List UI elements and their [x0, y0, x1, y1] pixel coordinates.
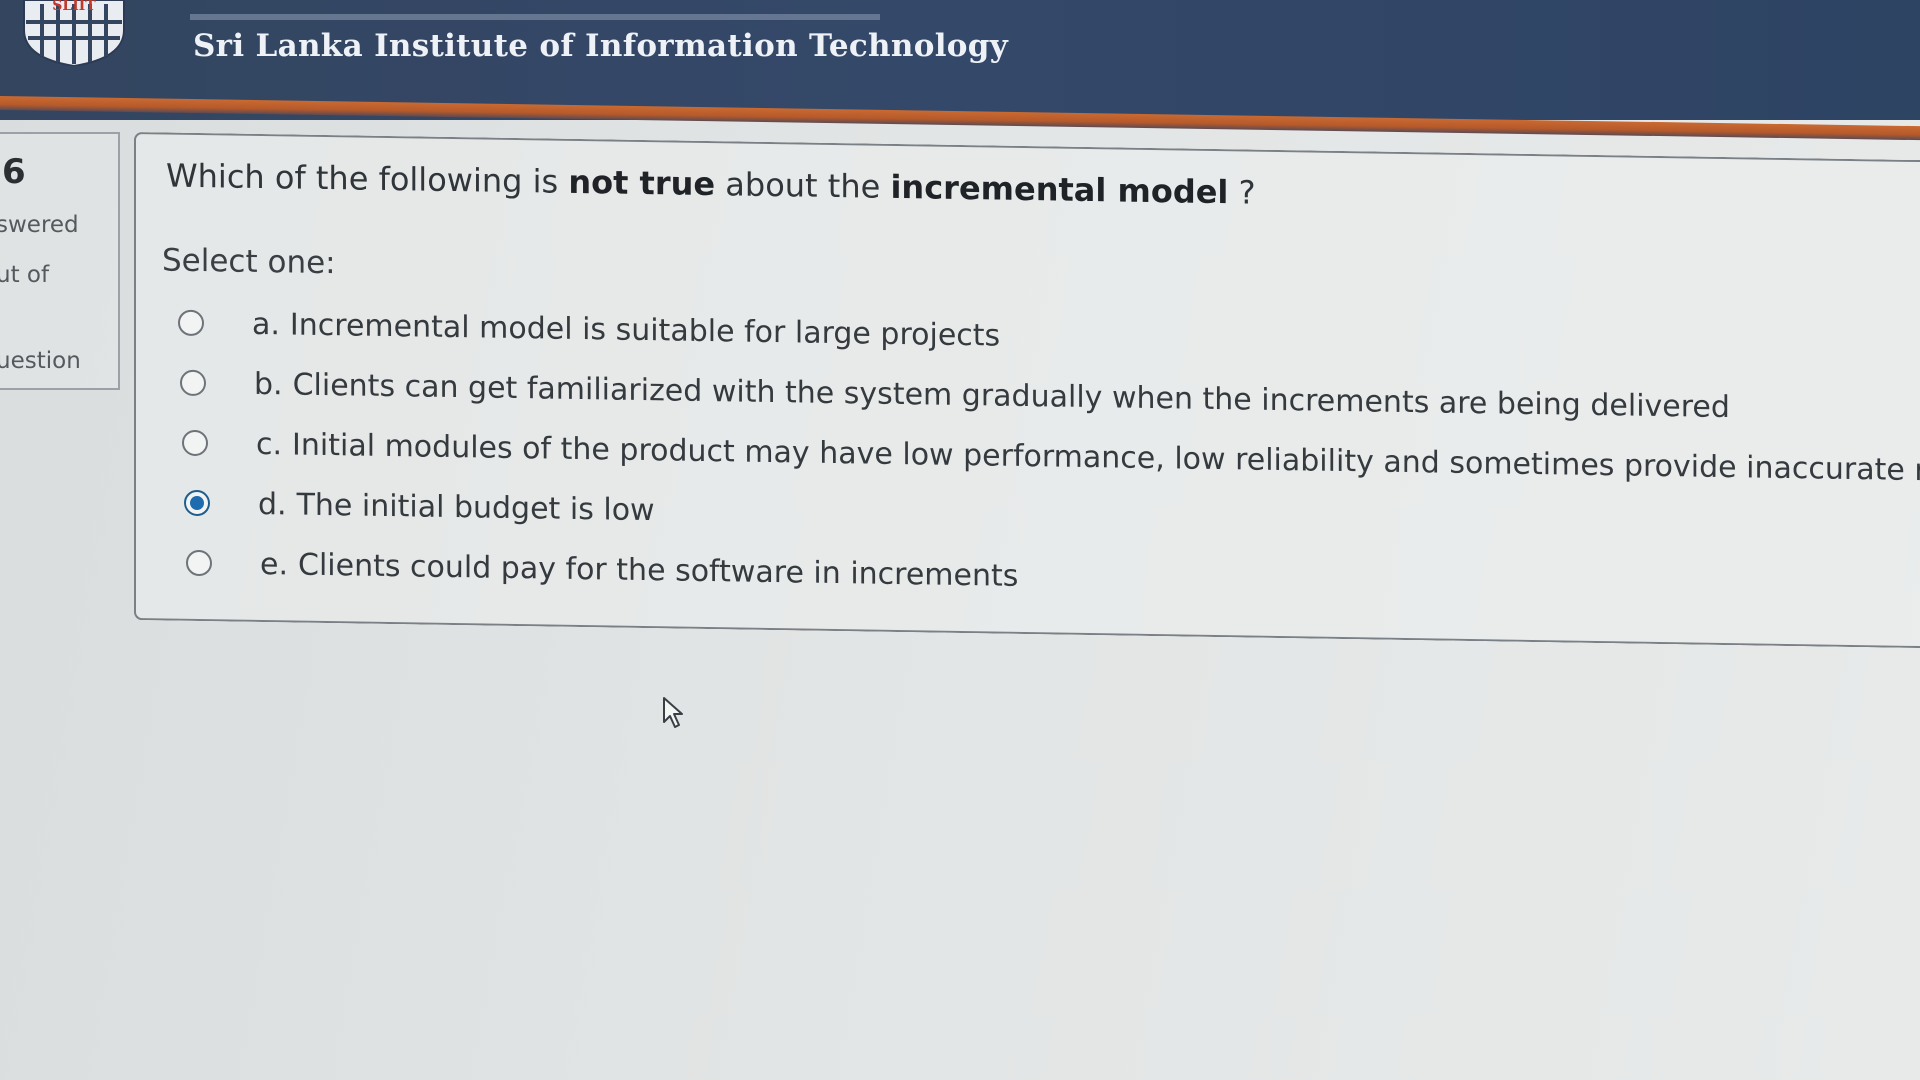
quiz-page: SLIIT Sri Lanka Institute of Information…: [0, 0, 1920, 1080]
question-number: 6: [2, 152, 26, 192]
option-e-label[interactable]: e. Clients could pay for the software in …: [260, 546, 1018, 593]
radio-option-a[interactable]: [178, 309, 204, 337]
radio-option-e[interactable]: [186, 549, 212, 577]
radio-option-d[interactable]: [184, 489, 210, 517]
header-rule: [190, 14, 880, 20]
radio-option-c[interactable]: [182, 429, 208, 457]
site-header: SLIIT Sri Lanka Institute of Information…: [0, 0, 1920, 141]
option-d-label[interactable]: d. The initial budget is low: [258, 486, 655, 527]
svg-text:SLIIT: SLIIT: [52, 0, 96, 14]
question-emphasis-not-true: not true: [568, 162, 716, 204]
option-b-label[interactable]: b. Clients can get familiarized with the …: [254, 366, 1730, 424]
question-marks: ut of: [0, 262, 50, 288]
select-one-prompt: Select one:: [162, 242, 336, 282]
question-box: Which of the following is not true about…: [134, 132, 1920, 649]
mouse-pointer-icon: [663, 697, 683, 728]
question-text: Which of the following is not true about…: [166, 156, 1256, 212]
site-name[interactable]: Sri Lanka Institute of Information Techn…: [193, 28, 1008, 64]
sliit-logo-icon[interactable]: SLIIT: [20, 0, 128, 66]
question-emphasis-model: incremental model: [890, 167, 1229, 212]
question-info-panel: 6 swered ut of uestion: [0, 132, 120, 390]
answer-options: a. Incremental model is suitable for larg…: [178, 293, 1920, 622]
option-a-label[interactable]: a. Incremental model is suitable for larg…: [252, 306, 1000, 353]
flag-question-link[interactable]: uestion: [0, 348, 81, 374]
question-state: swered: [0, 212, 79, 238]
radio-option-b[interactable]: [180, 369, 206, 397]
